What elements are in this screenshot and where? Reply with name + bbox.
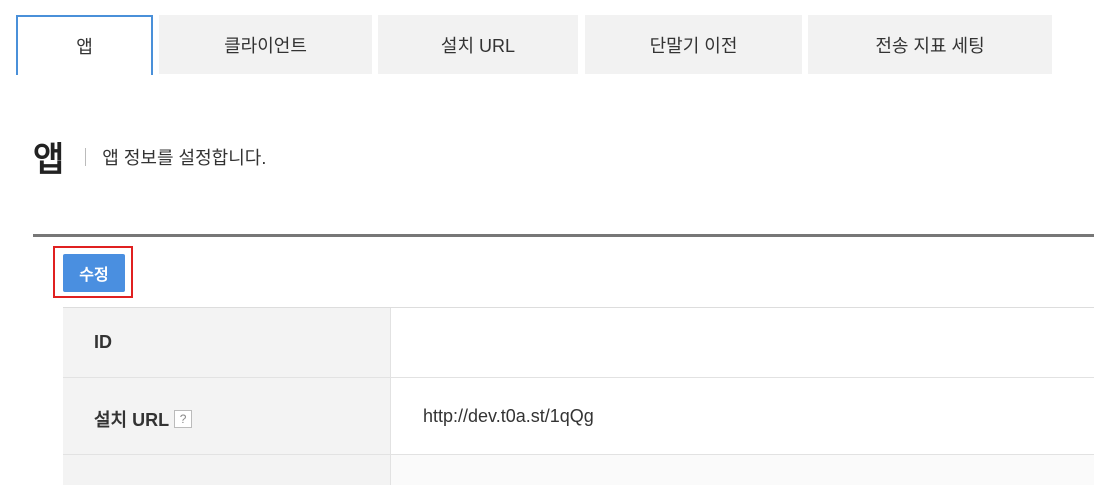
page-description: 앱 정보를 설정합니다. — [102, 147, 267, 168]
tab-device-transfer[interactable]: 단말기 이전 — [585, 15, 802, 74]
title-separator — [85, 147, 87, 166]
help-icon[interactable]: ? — [174, 410, 193, 428]
table-row-install-url: 설치 URL ? http://dev.t0a.st/1qQg — [63, 378, 1094, 455]
table-row-next — [63, 455, 1094, 485]
row-label-next — [63, 455, 391, 485]
tab-client[interactable]: 클라이언트 — [159, 15, 372, 74]
row-value-id — [391, 308, 1094, 377]
page-title: 앱 — [33, 141, 65, 179]
tab-transfer-metrics[interactable]: 전송 지표 세팅 — [808, 15, 1052, 74]
table-row-id: ID — [63, 308, 1094, 378]
row-label-text: ID — [94, 332, 112, 352]
row-value-next — [391, 455, 1094, 485]
section-divider — [33, 234, 1094, 237]
row-label-id: ID — [63, 308, 391, 377]
row-label-install-url: 설치 URL ? — [63, 378, 391, 454]
section-heading: 앱 앱 정보를 설정합니다. — [33, 132, 266, 181]
row-value-install-url: http://dev.t0a.st/1qQg — [423, 405, 594, 426]
tab-install-url[interactable]: 설치 URL — [378, 15, 578, 74]
edit-button[interactable]: 수정 — [63, 254, 125, 292]
row-label-text: 설치 URL — [94, 410, 170, 430]
app-info-table: ID 설치 URL ? http://dev.t0a.st/1qQg — [63, 307, 1094, 485]
tab-app[interactable]: 앱 — [16, 15, 153, 75]
